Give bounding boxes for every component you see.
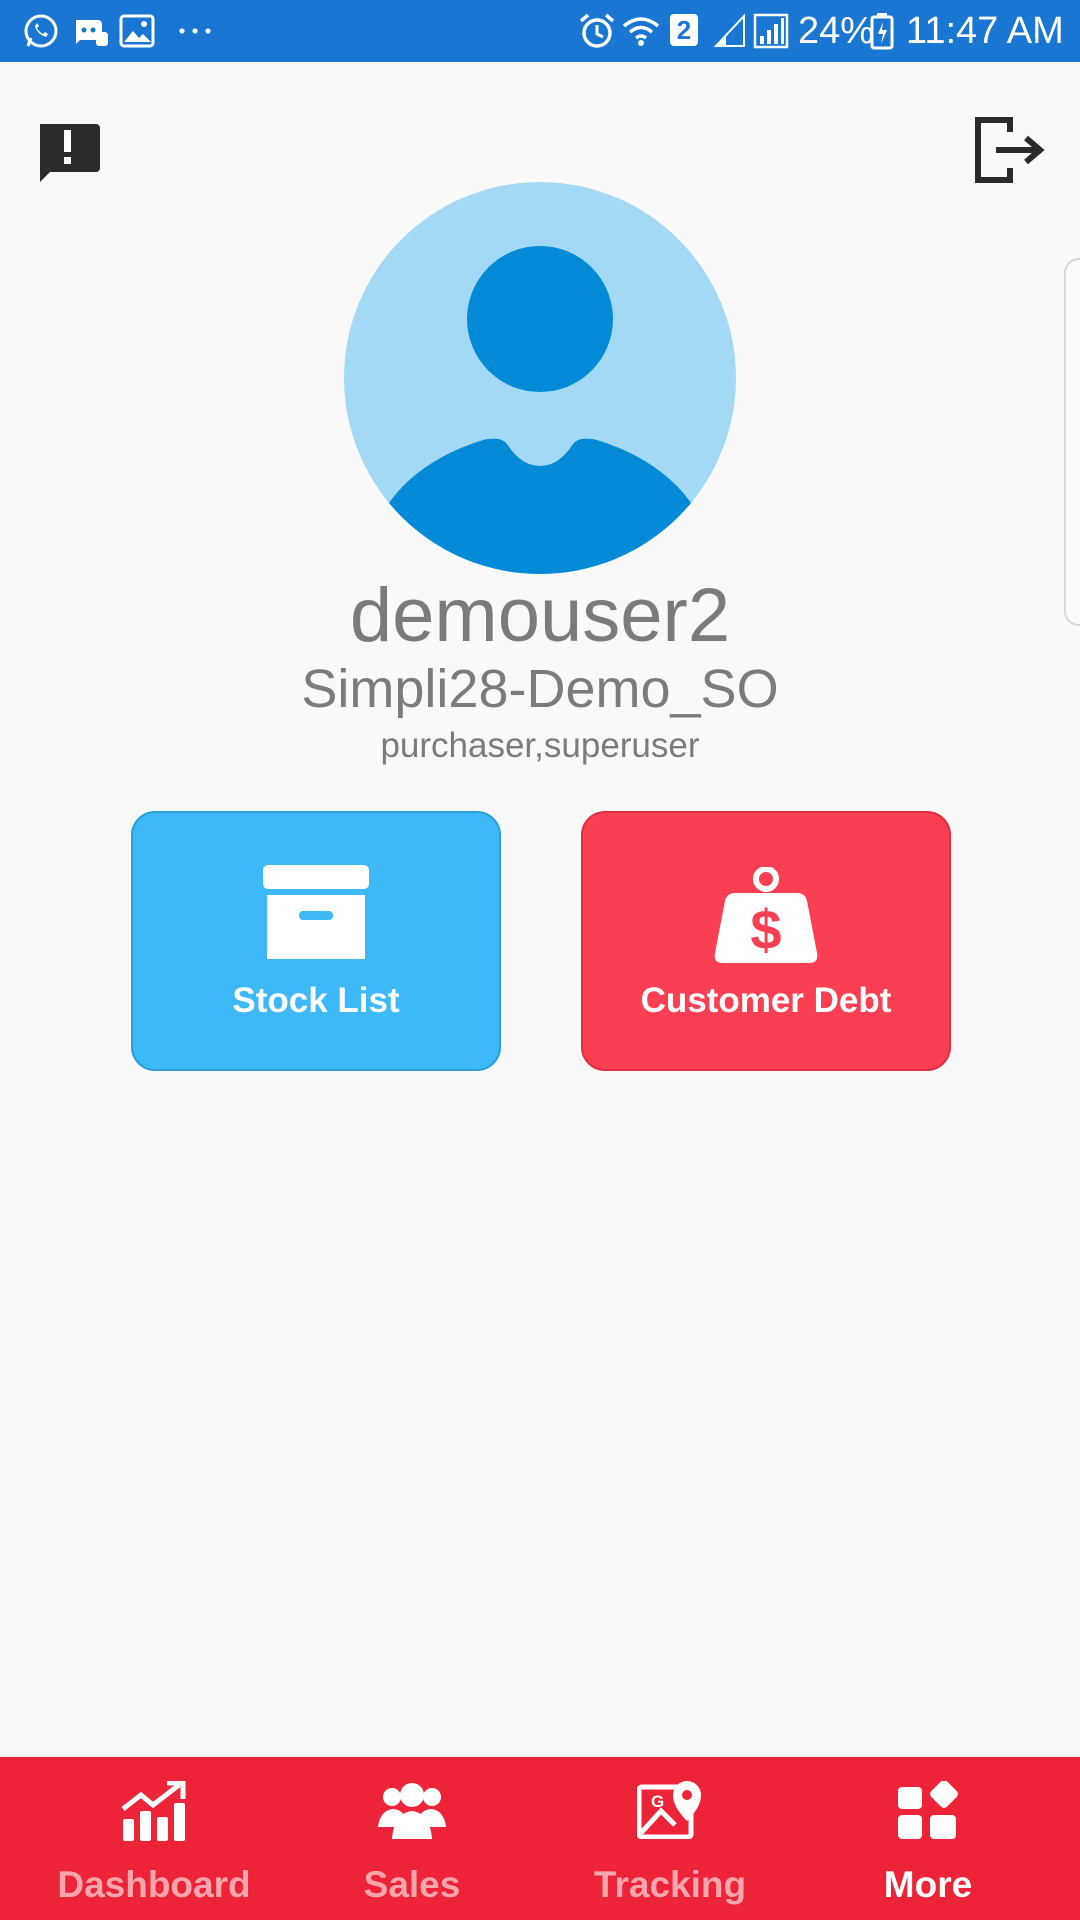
avatar: [344, 182, 736, 574]
nav-label-tracking: Tracking: [593, 1864, 747, 1905]
map-pin-icon: G: [637, 1781, 701, 1839]
stock-list-label: Stock List: [232, 981, 400, 1020]
apps-grid-icon: [898, 1781, 958, 1839]
battery-icon: [870, 13, 894, 50]
nav-label-more: More: [883, 1864, 973, 1905]
customer-debt-button[interactable]: $ Customer Debt: [581, 811, 951, 1071]
gallery-icon: [119, 14, 155, 48]
whatsapp-icon: [24, 14, 58, 48]
archive-box-icon: [263, 865, 369, 959]
wifi-icon: [622, 17, 660, 46]
signal-full-icon: [753, 13, 789, 49]
sim2-icon: 2: [670, 14, 698, 46]
people-icon: [378, 1783, 446, 1839]
discord-icon: [76, 20, 108, 46]
company-name: Simpli28-Demo_SO: [301, 659, 779, 719]
feedback-icon[interactable]: [36, 118, 100, 182]
user-roles: purchaser,superuser: [380, 726, 700, 765]
screen: 2 24% 11:47 AM demouser2 Simpli28-Demo_S…: [0, 0, 1080, 1920]
nav-label-sales: Sales: [363, 1864, 461, 1905]
username: demouser2: [349, 573, 731, 658]
logout-icon[interactable]: [974, 116, 1046, 184]
customer-debt-label: Customer Debt: [640, 981, 892, 1020]
nav-item-tracking[interactable]: G Tracking: [535, 1757, 805, 1920]
bottom-navigation: Dashboard Sales G Tracking More: [0, 1757, 1080, 1920]
status-time: 11:47 AM: [906, 10, 1064, 52]
nav-item-sales[interactable]: Sales: [277, 1757, 547, 1920]
edge-panel-handle[interactable]: [1064, 258, 1080, 626]
nav-item-more[interactable]: More: [793, 1757, 1063, 1920]
status-bar: 2 24% 11:47 AM: [0, 0, 1080, 62]
money-bag-icon: $: [714, 867, 818, 963]
svg-text:$: $: [750, 898, 781, 961]
nav-label-dashboard: Dashboard: [57, 1864, 251, 1905]
nav-item-dashboard[interactable]: Dashboard: [19, 1757, 289, 1920]
more-dots-icon: [179, 28, 211, 34]
battery-percent: 24%: [798, 10, 875, 52]
svg-text:G: G: [651, 1792, 664, 1811]
signal-icon: [713, 13, 745, 47]
chart-up-icon: [121, 1781, 186, 1841]
stock-list-button[interactable]: Stock List: [131, 811, 501, 1071]
alarm-icon: [579, 13, 615, 48]
